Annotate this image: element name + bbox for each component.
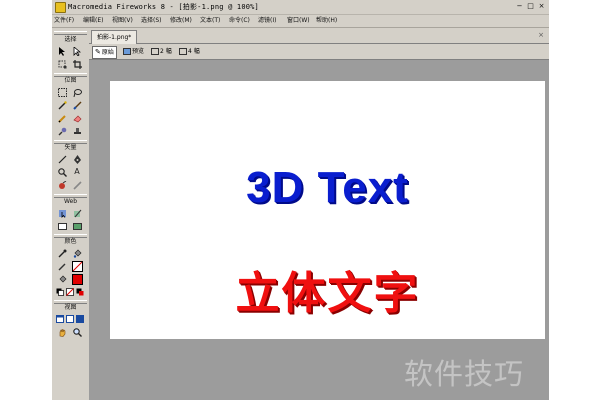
menu-bar: 文件(F) 编辑(E) 视图(V) 选择(S) 修改(M) 文本(T) 命令(C… (52, 15, 549, 28)
menu-select[interactable]: 选择(S) (141, 15, 162, 27)
zoom-tool-icon[interactable] (72, 327, 82, 337)
four-up-icon (179, 48, 187, 55)
pencil-icon: ✎ (95, 48, 101, 56)
show-slices-icon[interactable] (72, 221, 82, 231)
two-up-icon (151, 48, 159, 55)
menu-commands[interactable]: 命令(C) (229, 15, 250, 27)
scale-tool-icon[interactable] (57, 59, 67, 69)
minimize-button[interactable]: − (515, 2, 524, 11)
preview-icon (123, 48, 131, 55)
menu-help[interactable]: 帮助(H) (316, 15, 337, 27)
line-tool-icon[interactable] (57, 154, 67, 164)
fireworks-window: Macromedia Fireworks 8 - [拍影-1.png @ 100… (52, 0, 549, 400)
fireworks-app-icon (55, 2, 66, 13)
no-color-icon[interactable] (65, 287, 74, 297)
slice-tool-icon[interactable] (72, 208, 82, 218)
eraser-tool-icon[interactable] (72, 113, 82, 123)
menu-file[interactable]: 文件(F) (54, 15, 74, 27)
fill-color-swatch[interactable] (72, 274, 83, 285)
stroke-color-pencil-icon (57, 261, 67, 271)
window-controls: − □ × (515, 2, 546, 11)
two-up-view-label: 2 幅 (160, 48, 172, 55)
hide-slices-icon[interactable] (57, 221, 67, 231)
watermark-text: 软件技巧 (404, 357, 525, 391)
section-label-vector: 矢量 (64, 144, 77, 151)
four-up-view-label: 4 幅 (188, 48, 200, 55)
text-tool-icon[interactable]: A (72, 167, 82, 177)
document-tab-strip: 拍影-1.png* × (89, 28, 549, 44)
title-bar: Macromedia Fireworks 8 - [拍影-1.png @ 100… (52, 0, 549, 15)
document-window: 拍影-1.png* × ✎ 原始 预览 2 幅 4 幅 3D Text (89, 28, 549, 400)
rubber-stamp-tool-icon[interactable] (72, 126, 82, 136)
brush-tool-icon[interactable] (72, 100, 82, 110)
freeform-tool-icon[interactable] (57, 180, 67, 190)
preview-view-button[interactable]: 预览 (121, 46, 146, 57)
stroke-color-swatch[interactable] (72, 261, 83, 272)
original-view-label: 原始 (101, 49, 114, 56)
swap-colors-icon[interactable] (75, 287, 84, 297)
close-button[interactable]: × (537, 2, 546, 11)
window-title: Macromedia Fireworks 8 - [拍影-1.png @ 100… (68, 3, 259, 11)
standard-screen-mode-icon[interactable] (55, 314, 64, 324)
section-label-colors: 颜色 (64, 238, 77, 245)
four-up-view-button[interactable]: 4 幅 (177, 46, 202, 57)
magic-wand-tool-icon[interactable] (57, 100, 67, 110)
pointer-tool-icon[interactable] (57, 46, 67, 56)
maximize-button[interactable]: □ (526, 2, 535, 11)
original-view-button[interactable]: ✎ 原始 (92, 46, 117, 59)
pencil-tool-icon[interactable] (57, 113, 67, 123)
blur-tool-icon[interactable] (57, 126, 67, 136)
two-up-view-button[interactable]: 2 幅 (149, 46, 174, 57)
pen-tool-icon[interactable] (72, 154, 82, 164)
full-screen-mode-icon[interactable] (75, 314, 84, 324)
document-close-icon[interactable]: × (538, 31, 544, 39)
lasso-tool-icon[interactable] (72, 87, 82, 97)
menu-text[interactable]: 文本(T) (200, 15, 220, 27)
paint-bucket-tool-icon[interactable] (72, 248, 82, 258)
panel-grip[interactable] (54, 31, 87, 35)
tools-panel: 选择 位图 矢量 A Web 颜色 视图 (52, 28, 90, 400)
canvas-workspace: 3D Text (89, 60, 549, 400)
section-label-bitmap: 位图 (64, 77, 77, 84)
zoom-shape-tool-icon[interactable] (57, 167, 67, 177)
subheadline-3d-text[interactable]: 立体文字 (110, 270, 545, 318)
crop-tool-icon[interactable] (72, 59, 82, 69)
marquee-tool-icon[interactable] (57, 87, 67, 97)
eyedropper-tool-icon[interactable] (57, 248, 67, 258)
hotspot-tool-icon[interactable] (57, 208, 67, 218)
menu-edit[interactable]: 编辑(E) (83, 15, 103, 27)
menu-window[interactable]: 窗口(W) (287, 15, 310, 27)
fill-color-bucket-icon (57, 274, 67, 284)
preview-view-label: 预览 (132, 48, 145, 55)
menu-modify[interactable]: 修改(M) (170, 15, 192, 27)
menu-view[interactable]: 视图(V) (112, 15, 133, 27)
subselection-tool-icon[interactable] (72, 46, 82, 56)
knife-tool-icon[interactable] (72, 180, 82, 190)
document-tab[interactable]: 拍影-1.png* (91, 30, 138, 44)
hand-tool-icon[interactable] (57, 327, 67, 337)
headline-3d-text[interactable]: 3D Text (110, 164, 545, 212)
default-colors-icon[interactable] (55, 287, 64, 297)
section-label-select: 选择 (64, 36, 77, 43)
menu-filters[interactable]: 滤镜(I) (258, 15, 276, 27)
section-label-view: 视图 (64, 304, 77, 311)
full-screen-menu-mode-icon[interactable] (65, 314, 74, 324)
view-mode-bar: ✎ 原始 预览 2 幅 4 幅 (89, 44, 549, 60)
section-label-web: Web (63, 198, 78, 205)
